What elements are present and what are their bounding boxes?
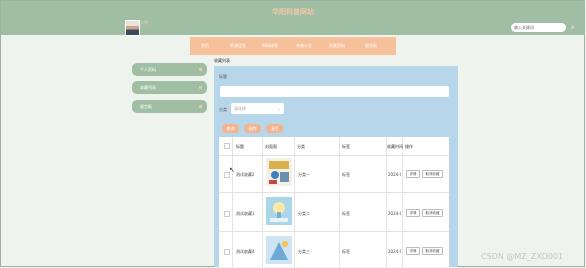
- cell-title: 测试收藏4: [236, 249, 255, 254]
- dot-icon: [199, 105, 202, 108]
- cover-image[interactable]: [266, 158, 292, 186]
- cell-category: 分类三: [298, 249, 310, 254]
- cancel-favorite-button[interactable]: 取消收藏: [422, 170, 443, 178]
- sidebar-item-label: 留言板: [140, 104, 152, 109]
- sidebar-item-label: 个人资料: [140, 67, 156, 72]
- title-label: 标题: [219, 74, 227, 79]
- row-divider: [219, 192, 449, 193]
- sidebar-item-messages[interactable]: 留言板: [132, 100, 207, 113]
- select-all-checkbox[interactable]: [224, 143, 230, 149]
- nav-announcements[interactable]: 系统公告: [296, 43, 312, 49]
- cancel-favorite-button[interactable]: 取消收藏: [422, 247, 443, 255]
- nav-materials[interactable]: 科普资料: [329, 43, 345, 49]
- col-divider: [262, 137, 263, 267]
- header-category: 分类: [297, 144, 305, 149]
- category-select[interactable]: 请选择 ⌄: [231, 103, 284, 114]
- category-label: 分类: [219, 107, 227, 112]
- nav-resources[interactable]: 资源信息: [230, 43, 246, 49]
- clear-button[interactable]: 清空: [266, 124, 283, 133]
- delete-button[interactable]: 删除: [244, 124, 261, 133]
- site-title: 华阳科普网站: [272, 8, 314, 16]
- row-checkbox[interactable]: [224, 249, 230, 255]
- search-input[interactable]: 输入关键词: [511, 23, 566, 32]
- watermark: CSDN @MZ_ZXD001: [481, 252, 564, 261]
- col-divider: [386, 137, 387, 267]
- cell-title: 测试收藏2: [236, 172, 255, 177]
- cancel-favorite-button[interactable]: 取消收藏: [422, 209, 443, 217]
- cover-image[interactable]: [266, 236, 292, 264]
- cell-title: 测试收藏1: [236, 211, 255, 216]
- chevron-down-icon: ⌄: [277, 106, 281, 111]
- view-button[interactable]: 详情: [406, 170, 420, 178]
- header-title[interactable]: 标题: [236, 144, 244, 150]
- cover-image[interactable]: [266, 197, 292, 225]
- cell-tag: 标签: [342, 249, 350, 254]
- search-icon[interactable]: ⌕: [571, 24, 578, 31]
- username[interactable]: 小明: [140, 20, 148, 26]
- header-cover: 封面图: [265, 144, 277, 149]
- cell-time: 2024-0: [388, 211, 401, 216]
- header-tag: 标签: [342, 144, 350, 149]
- view-button[interactable]: 详情: [406, 209, 420, 217]
- cell-category: 分类二: [298, 211, 310, 216]
- title-input[interactable]: [220, 86, 449, 97]
- mouse-cursor-icon: ↖: [229, 166, 235, 174]
- row-checkbox[interactable]: [224, 211, 230, 217]
- sidebar-item-label: 收藏列表: [140, 85, 156, 90]
- avatar[interactable]: [125, 20, 140, 36]
- cell-category: 分类一: [298, 172, 310, 177]
- cell-tag: 标签: [342, 211, 350, 216]
- cell-time: 2024-0: [388, 249, 401, 254]
- col-divider: [232, 137, 233, 267]
- header-time: 收藏时间: [387, 144, 403, 149]
- cell-tag: 标签: [342, 172, 350, 177]
- dot-icon: [199, 68, 202, 71]
- nav-home[interactable]: 首页: [201, 43, 209, 49]
- col-divider: [294, 137, 295, 267]
- search-button[interactable]: 查询: [222, 124, 239, 133]
- row-divider: [219, 155, 449, 156]
- main-nav: 首页 资源信息 科研成果 系统公告 科普资料 留言板: [190, 37, 396, 55]
- col-divider: [402, 137, 403, 267]
- view-button[interactable]: 详情: [406, 247, 420, 255]
- nav-research[interactable]: 科研成果: [262, 43, 278, 49]
- col-divider: [339, 137, 340, 267]
- sidebar-item-profile[interactable]: 个人资料: [132, 63, 207, 76]
- nav-messages[interactable]: 留言板: [365, 43, 377, 49]
- header-actions: 操作: [405, 144, 413, 149]
- sidebar-item-favorites[interactable]: 收藏列表: [132, 81, 207, 94]
- category-placeholder: 请选择: [234, 106, 246, 111]
- favorites-table: 标题 封面图 分类 标签 收藏时间 操作 测试收藏2 分类一 标签 2024-0…: [219, 137, 449, 267]
- cell-time: 2024-0: [388, 172, 401, 177]
- row-divider: [219, 231, 449, 232]
- site-header: 华阳科普网站: [1, 1, 585, 35]
- dot-icon: [199, 86, 202, 89]
- breadcrumb: 收藏列表: [214, 58, 230, 63]
